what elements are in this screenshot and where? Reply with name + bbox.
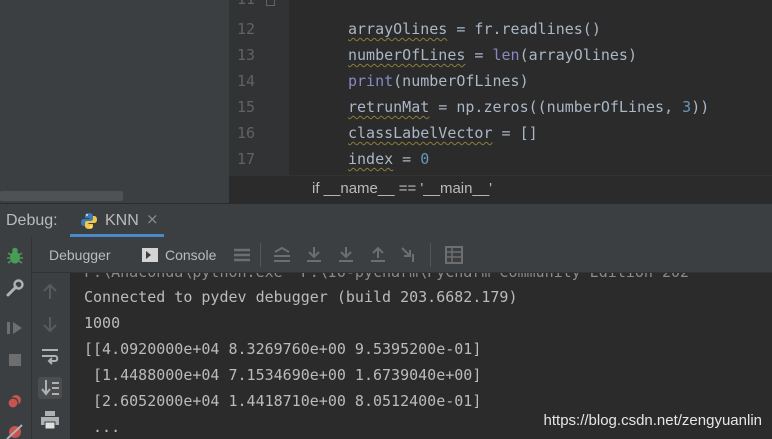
run-config-tab[interactable]: KNN × <box>70 204 164 237</box>
tab-console[interactable]: Console <box>139 240 229 270</box>
run-to-cursor-icon[interactable] <box>400 246 420 264</box>
console-line: 1000 <box>84 314 121 332</box>
toolbar-separator <box>260 243 261 267</box>
wrench-icon[interactable] <box>4 277 26 299</box>
editor-breadcrumb[interactable]: if __name__ == '__main__' <box>229 175 772 203</box>
step-out-icon[interactable] <box>368 246 388 264</box>
tab-debugger[interactable]: Debugger <box>49 247 111 263</box>
line-number: 14 <box>236 72 255 90</box>
console-line: [1.4488000e+04 7.1534690e+00 1.6739040e+… <box>84 366 482 384</box>
frames-icon[interactable] <box>232 246 252 264</box>
python-icon <box>80 212 98 234</box>
console-line: [[4.0920000e+04 8.3269760e+00 9.5395200e… <box>84 340 482 358</box>
print-icon[interactable] <box>38 409 62 431</box>
code-line[interactable]: print(numberOfLines) <box>348 72 529 90</box>
project-panel <box>0 0 229 203</box>
console-toolbar <box>32 273 70 439</box>
console-line: F:\Anaconda\python.exe F:\IO-pycharm\PyC… <box>84 273 689 281</box>
evaluate-expression-icon[interactable] <box>444 246 464 264</box>
debug-side-toolbar <box>0 237 32 439</box>
console-output[interactable]: F:\Anaconda\python.exe F:\IO-pycharm\PyC… <box>70 273 772 439</box>
toolbar-separator <box>430 243 431 267</box>
show-execution-point-icon[interactable] <box>272 246 292 264</box>
line-number: 15 <box>236 98 255 116</box>
code-line[interactable]: retrunMat = np.zeros((numberOfLines, 3)) <box>348 98 709 116</box>
line-number-gutter: 11 12 13 14 15 16 17 <box>229 0 289 175</box>
pause-icon[interactable] <box>4 349 26 371</box>
line-number: 16 <box>236 124 255 142</box>
debug-tool-window-header: Debug: KNN × <box>0 203 772 237</box>
arrow-down-icon[interactable] <box>38 313 62 335</box>
step-over-icon[interactable] <box>304 246 324 264</box>
line-number: 11 <box>229 0 255 8</box>
arrow-up-icon[interactable] <box>38 281 62 303</box>
code-line[interactable]: classLabelVector = [] <box>348 124 538 142</box>
code-editor[interactable]: arrayOlines = fr.readlines() numberOfLin… <box>289 0 772 175</box>
close-icon[interactable]: × <box>146 210 159 228</box>
console-line: [2.6052000e+04 1.4418710e+00 8.0512400e-… <box>84 392 482 410</box>
horizontal-scrollbar[interactable] <box>0 191 123 201</box>
code-line[interactable]: numberOfLines = len(arrayOlines) <box>348 46 637 64</box>
console-icon <box>141 247 159 267</box>
editor-area: 11 12 13 14 15 16 17 arrayOlines = fr.re… <box>0 0 772 203</box>
breadcrumb-item[interactable]: if __name__ == '__main__' <box>312 180 492 197</box>
resume-icon[interactable] <box>4 317 26 339</box>
console-line: ... <box>84 418 121 436</box>
code-line[interactable]: index = 0 <box>348 150 429 168</box>
bug-icon[interactable] <box>4 245 26 267</box>
line-number: 17 <box>236 150 255 168</box>
step-into-icon[interactable] <box>336 246 356 264</box>
tab-console-label: Console <box>165 247 217 263</box>
console-line: Connected to pydev debugger (build 203.6… <box>84 288 518 306</box>
mute-breakpoints-icon[interactable] <box>4 421 26 439</box>
debug-toolbar: Debugger Console <box>32 237 772 273</box>
run-tab-label: KNN <box>105 212 139 229</box>
debug-label: Debug: <box>6 212 58 229</box>
breakpoints-icon[interactable] <box>4 391 26 413</box>
scroll-to-end-icon[interactable] <box>38 377 62 399</box>
fold-icon[interactable] <box>266 0 275 6</box>
code-line[interactable]: arrayOlines = fr.readlines() <box>348 20 601 38</box>
line-number: 12 <box>236 20 255 38</box>
line-number: 13 <box>236 46 255 64</box>
watermark: https://blog.csdn.net/zengyuanlin <box>543 412 762 429</box>
soft-wrap-icon[interactable] <box>38 345 62 367</box>
